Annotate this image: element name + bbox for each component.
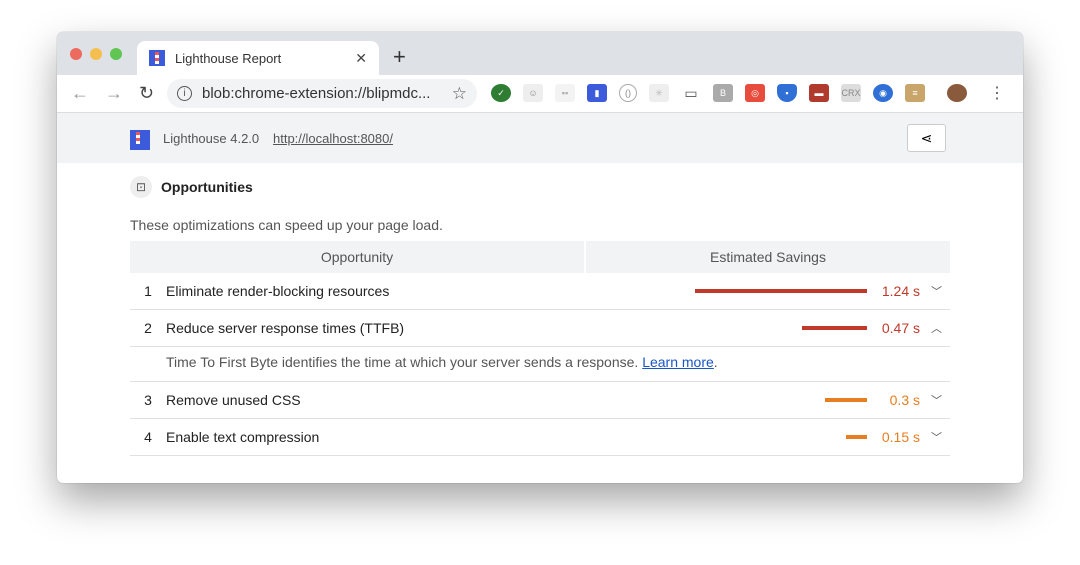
savings-value: 0.15 s: [881, 429, 920, 445]
crx-icon[interactable]: CRX: [841, 84, 861, 102]
extensions-bar: ✓ ☺ ▪▪ ▮ () ✳ ▭ B ◎ ▪ ▬ CRX ◉ ≡: [491, 84, 967, 102]
lighthouse-icon: [149, 50, 165, 66]
savings-value: 0.3 s: [889, 392, 920, 408]
tab-title: Lighthouse Report: [175, 50, 282, 66]
table-row[interactable]: 3 Remove unused CSS 0.3 s ﹀: [130, 382, 950, 419]
section-title: Opportunities: [161, 179, 253, 195]
chevron-down-icon[interactable]: ﹀: [931, 283, 942, 299]
savings-bar: [695, 289, 867, 293]
row-number: 4: [144, 429, 152, 445]
ghost-icon[interactable]: ☺: [523, 84, 543, 102]
table-row[interactable]: 4 Enable text compression 0.15 s ﹀: [130, 419, 950, 456]
info-icon[interactable]: i: [177, 86, 192, 101]
share-button[interactable]: ⋖: [907, 124, 946, 152]
share-icon: ⋖: [920, 130, 933, 146]
opportunities-table: Opportunity Estimated Savings 1 Eliminat…: [130, 241, 950, 456]
chevron-down-icon[interactable]: ﹀: [931, 392, 942, 408]
row-number: 2: [144, 320, 152, 336]
forward-button[interactable]: →: [105, 83, 125, 104]
column-opportunity: Opportunity: [130, 241, 584, 273]
more-menu-icon[interactable]: ⋮: [989, 83, 1005, 103]
learn-more-link[interactable]: Learn more: [642, 354, 714, 370]
tab-bar: Lighthouse Report ✕ +: [57, 32, 1023, 75]
extension-icon[interactable]: ▪▪: [555, 84, 575, 102]
savings-bar: [802, 326, 867, 330]
chevron-down-icon[interactable]: ﹀: [931, 429, 942, 445]
table-row[interactable]: 1 Eliminate render-blocking resources 1.…: [130, 273, 950, 310]
row-details: Time To First Byte identifies the time a…: [130, 347, 950, 382]
savings-bar: [846, 435, 867, 439]
savings-value: 1.24 s: [881, 283, 920, 299]
tested-url-link[interactable]: http://localhost:8080/: [273, 131, 393, 146]
chevron-up-icon[interactable]: ︿: [931, 320, 942, 336]
lighthouse-version: Lighthouse 4.2.0: [163, 131, 260, 146]
target-icon[interactable]: ◎: [745, 84, 765, 102]
table-header: Opportunity Estimated Savings: [130, 241, 950, 273]
minimize-window-button[interactable]: [90, 48, 102, 60]
shield-icon[interactable]: ▪: [777, 84, 797, 102]
table-row[interactable]: 2 Reduce server response times (TTFB) 0.…: [130, 310, 950, 347]
row-number: 3: [144, 392, 152, 408]
avatar[interactable]: [947, 84, 967, 102]
savings-bar: [825, 398, 867, 402]
tab-lighthouse-report[interactable]: Lighthouse Report ✕: [137, 41, 379, 75]
maximize-window-button[interactable]: [110, 48, 122, 60]
laptop-icon[interactable]: ▭: [681, 84, 701, 102]
opportunities-icon: ⊡: [130, 176, 152, 198]
section-description: These optimizations can speed up your pa…: [130, 217, 443, 233]
browser-window: Lighthouse Report ✕ + ← → ↻ i blob:chrom…: [57, 32, 1023, 483]
back-button[interactable]: ←: [71, 83, 91, 104]
column-savings: Estimated Savings: [586, 241, 950, 273]
details-text: Time To First Byte identifies the time a…: [166, 354, 643, 370]
toolbar: ← → ↻ i blob:chrome-extension://blipmdc.…: [57, 75, 1023, 113]
row-label: Enable text compression: [166, 429, 320, 445]
react-icon[interactable]: ✳: [649, 84, 669, 102]
close-window-button[interactable]: [70, 48, 82, 60]
lighthouse-logo-icon: [130, 130, 150, 150]
bookmark-icon[interactable]: ▬: [809, 84, 829, 102]
savings-value: 0.47 s: [881, 320, 920, 336]
code-icon[interactable]: (): [619, 84, 637, 102]
bookmark-star-icon[interactable]: ☆: [452, 84, 467, 104]
new-tab-button[interactable]: +: [393, 44, 406, 70]
lighthouse-topbar: Lighthouse 4.2.0 http://localhost:8080/ …: [57, 113, 1023, 163]
close-tab-icon[interactable]: ✕: [355, 50, 367, 67]
row-number: 1: [144, 283, 152, 299]
lighthouse-icon[interactable]: ▮: [587, 84, 607, 102]
address-bar[interactable]: i blob:chrome-extension://blipmdc... ☆: [167, 79, 477, 108]
url-text: blob:chrome-extension://blipmdc...: [202, 85, 431, 102]
b-icon[interactable]: B: [713, 84, 733, 102]
reload-button[interactable]: ↻: [139, 83, 159, 104]
adblock-check-icon[interactable]: ✓: [491, 84, 511, 102]
note-icon[interactable]: ≡: [905, 84, 925, 102]
vpn-icon[interactable]: ◉: [873, 84, 893, 102]
